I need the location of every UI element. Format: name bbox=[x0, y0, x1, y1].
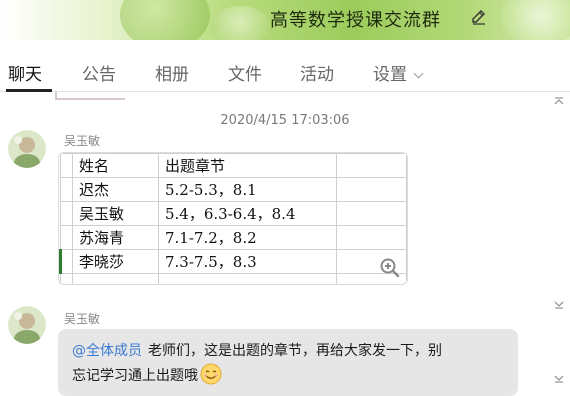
tab-files[interactable]: 文件 bbox=[228, 60, 262, 85]
message-line: 忘记学习通上出题哦 bbox=[72, 363, 506, 388]
table-cell: 5.4，6.3-6.4，8.4 bbox=[158, 201, 337, 226]
chapter-table: 姓名 出题章节 迟杰 5.2-5.3，8.1 吴玉敏 5.4，6.3-6.4，8… bbox=[59, 153, 407, 284]
chevron-down-icon bbox=[413, 68, 424, 79]
header-decoration bbox=[210, 6, 270, 40]
avatar[interactable] bbox=[8, 130, 46, 168]
table-row: 迟杰 5.2-5.3，8.1 bbox=[60, 177, 407, 202]
message-line: @全体成员 老师们，这是出题的章节，再给大家发一下，别 bbox=[72, 339, 506, 363]
chat-area[interactable]: 2020/4/15 17:03:06 吴玉敏 姓名 出题章节 迟杰 5.2-5.… bbox=[0, 92, 570, 396]
selected-row-marker bbox=[59, 249, 73, 274]
tab-album[interactable]: 相册 bbox=[155, 60, 189, 85]
smile-emoji-icon bbox=[200, 363, 222, 385]
table-row: 李晓莎 7.3-7.5，8.3 bbox=[59, 249, 407, 274]
tab-chat[interactable]: 聊天 bbox=[8, 60, 42, 85]
header-decoration bbox=[500, 0, 570, 40]
table-row bbox=[60, 273, 407, 284]
table-cell: 7.3-7.5，8.3 bbox=[158, 249, 337, 274]
table-cell: 7.1-7.2，8.2 bbox=[158, 225, 337, 250]
pencil-edit-icon[interactable] bbox=[470, 8, 488, 26]
table-cell: 吴玉敏 bbox=[72, 201, 159, 226]
table-header-cell: 出题章节 bbox=[158, 153, 337, 178]
table-cell: 李晓莎 bbox=[72, 249, 159, 274]
mention-all-members[interactable]: @全体成员 bbox=[72, 343, 142, 359]
tab-settings[interactable]: 设置 bbox=[373, 60, 424, 85]
message-bubble[interactable]: @全体成员 老师们，这是出题的章节，再给大家发一下，别 忘记学习通上出题哦 bbox=[58, 329, 518, 396]
zoom-in-icon[interactable] bbox=[379, 257, 401, 279]
header-decoration bbox=[120, 0, 210, 40]
table-header-cell: 姓名 bbox=[72, 153, 159, 178]
sender-name[interactable]: 吴玉敏 bbox=[64, 310, 100, 327]
table-cell: 迟杰 bbox=[72, 177, 159, 202]
tab-activities[interactable]: 活动 bbox=[300, 60, 334, 85]
message-timestamp: 2020/4/15 17:03:06 bbox=[220, 113, 350, 128]
table-cell: 5.2-5.3，8.1 bbox=[158, 177, 337, 202]
avatar[interactable] bbox=[8, 306, 46, 344]
tab-settings-label: 设置 bbox=[373, 65, 407, 85]
table-header-row: 姓名 出题章节 bbox=[60, 153, 407, 178]
table-row: 吴玉敏 5.4，6.3-6.4，8.4 bbox=[60, 201, 407, 226]
tab-bar: 聊天 公告 相册 文件 活动 设置 bbox=[0, 40, 570, 92]
previous-message-remnant bbox=[55, 92, 125, 100]
scroll-up-icon[interactable] bbox=[553, 96, 565, 106]
message-text: 老师们，这是出题的章节，再给大家发一下，别 bbox=[148, 343, 442, 359]
table-cell: 苏海青 bbox=[72, 225, 159, 250]
scroll-marker-icon[interactable] bbox=[553, 300, 565, 310]
group-title: 高等数学授课交流群 bbox=[270, 10, 441, 31]
message-text: 忘记学习通上出题哦 bbox=[72, 368, 198, 384]
spreadsheet-image[interactable]: 姓名 出题章节 迟杰 5.2-5.3，8.1 吴玉敏 5.4，6.3-6.4，8… bbox=[58, 152, 408, 285]
group-header: 高等数学授课交流群 bbox=[0, 0, 570, 40]
scroll-down-icon[interactable] bbox=[553, 374, 565, 384]
table-row: 苏海青 7.1-7.2，8.2 bbox=[60, 225, 407, 250]
sender-name[interactable]: 吴玉敏 bbox=[64, 132, 100, 149]
tab-announcements[interactable]: 公告 bbox=[82, 60, 116, 85]
